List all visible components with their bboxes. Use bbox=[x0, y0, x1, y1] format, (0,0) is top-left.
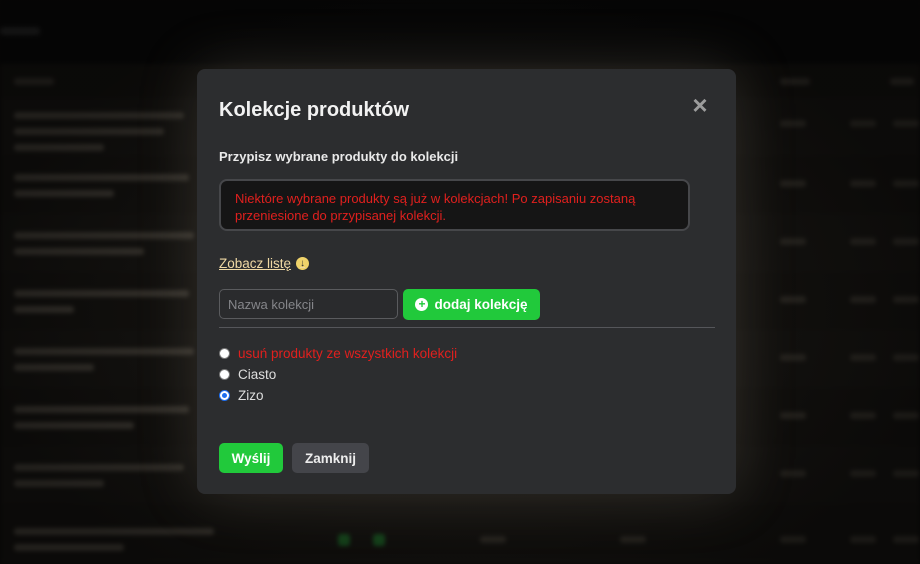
divider bbox=[219, 327, 715, 328]
add-collection-label: dodaj kolekcję bbox=[434, 297, 528, 312]
close-icon[interactable]: × bbox=[688, 92, 712, 118]
radio-ciasto[interactable] bbox=[219, 369, 230, 380]
modal-title: Kolekcje produktów bbox=[219, 99, 410, 121]
see-list-link[interactable]: Zobacz listę ↓ bbox=[219, 256, 310, 271]
collection-name-input[interactable] bbox=[219, 289, 398, 319]
arrow-down-circle-icon: ↓ bbox=[296, 257, 310, 270]
send-button[interactable]: Wyślij bbox=[219, 443, 283, 473]
option-zizo-label: Zizo bbox=[238, 388, 264, 403]
radio-remove-all[interactable] bbox=[219, 348, 230, 359]
collection-options: usuń produkty ze wszystkich kolekcji Cia… bbox=[219, 343, 457, 406]
close-button[interactable]: Zamknij bbox=[292, 443, 369, 473]
option-remove-all[interactable]: usuń produkty ze wszystkich kolekcji bbox=[219, 343, 457, 364]
option-ciasto[interactable]: Ciasto bbox=[219, 364, 457, 385]
warning-alert-text: Niektóre wybrane produkty są już w kolek… bbox=[235, 191, 636, 223]
see-list-label: Zobacz listę bbox=[219, 256, 292, 271]
modal-subtitle: Przypisz wybrane produkty do kolekcji bbox=[219, 149, 459, 164]
plus-circle-icon: + bbox=[415, 298, 429, 311]
add-collection-button[interactable]: + dodaj kolekcję bbox=[403, 289, 540, 320]
warning-alert: Niektóre wybrane produkty są już w kolek… bbox=[219, 179, 690, 231]
option-remove-all-label: usuń produkty ze wszystkich kolekcji bbox=[238, 346, 458, 361]
collections-modal: Kolekcje produktów × Przypisz wybrane pr… bbox=[197, 69, 736, 494]
option-zizo[interactable]: Zizo bbox=[219, 385, 457, 406]
option-ciasto-label: Ciasto bbox=[238, 367, 277, 382]
radio-zizo[interactable] bbox=[219, 390, 230, 401]
